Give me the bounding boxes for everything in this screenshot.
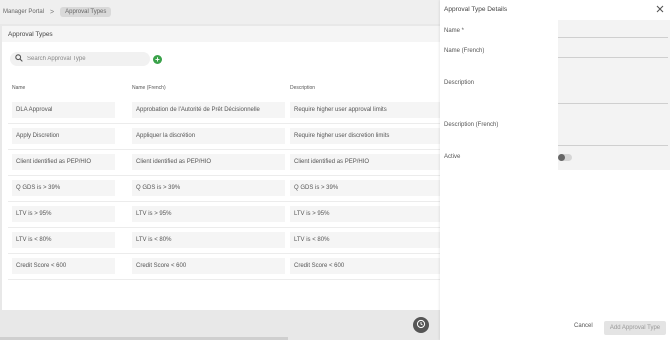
panel-title: Approval Type Details (444, 6, 508, 13)
search-box[interactable] (10, 52, 150, 66)
column-header-name-french[interactable]: Name (French) (132, 85, 166, 91)
cell-name-french: Q GDS is > 39% (132, 180, 285, 196)
cell-name: DLA Approval (12, 102, 115, 118)
breadcrumb-current: Approval Types (60, 7, 112, 17)
table-row[interactable]: Apply Discretion Appliquer la discrétion… (8, 124, 440, 150)
table-row[interactable]: Q GDS is > 39% Q GDS is > 39% Q GDS is >… (8, 176, 440, 202)
card-header: Approval Types (2, 26, 440, 42)
search-icon (15, 54, 23, 64)
approval-type-details-panel: Approval Type Details Name * Name (Frenc… (440, 0, 670, 340)
column-header-name[interactable]: Name (12, 85, 25, 91)
approval-types-card: Approval Types + Name Name (French) Desc… (2, 26, 440, 310)
add-approval-type-submit-button[interactable]: Add Approval Type (604, 321, 666, 335)
table-row[interactable]: LTV is > 95% LTV is > 95% LTV is > 95% (8, 202, 440, 228)
cancel-button[interactable]: Cancel (574, 323, 593, 329)
cell-description: Require higher user approval limits (290, 102, 440, 118)
description-french-field[interactable] (558, 106, 668, 146)
cell-name-french: Appliquer la discrétion (132, 128, 285, 144)
name-french-field[interactable] (558, 44, 668, 58)
plus-circle-icon: + (155, 54, 160, 64)
name-field[interactable] (558, 24, 668, 38)
history-button[interactable] (413, 317, 429, 333)
active-label: Active (444, 154, 461, 160)
history-icon (416, 319, 426, 331)
cell-name: LTV is < 80% (12, 232, 115, 248)
cell-description: Client identified as PEP/HIO (290, 154, 440, 170)
add-approval-type-button[interactable]: + (153, 55, 162, 64)
cell-name-french: LTV is < 80% (132, 232, 285, 248)
name-french-label: Name (French) (444, 48, 485, 54)
cell-description: Q GDS is > 39% (290, 180, 440, 196)
cell-name: Credit Score < 600 (12, 258, 115, 274)
cell-name-french: Approbation de l'Autorité de Prêt Décisi… (132, 102, 285, 118)
name-label: Name * (444, 28, 465, 34)
table-row[interactable]: LTV is < 80% LTV is < 80% LTV is < 80% (8, 228, 440, 254)
cell-description: Credit Score < 600 (290, 258, 440, 274)
cell-name-french: Client identified as PEP/HIO (132, 154, 285, 170)
search-input[interactable] (27, 56, 137, 62)
breadcrumb-root-link[interactable]: Manager Portal (3, 9, 44, 15)
card-title: Approval Types (8, 30, 53, 38)
cell-name: Apply Discretion (12, 128, 115, 144)
description-label: Description (444, 80, 475, 86)
active-toggle[interactable] (558, 154, 572, 161)
cell-name: Client identified as PEP/HIO (12, 154, 115, 170)
toggle-knob (558, 154, 565, 161)
table-row[interactable]: DLA Approval Approbation de l'Autorité d… (8, 98, 440, 124)
cell-name: LTV is > 95% (12, 206, 115, 222)
cell-description: LTV is > 95% (290, 206, 440, 222)
description-field[interactable] (558, 62, 668, 104)
cell-description: Require higher user discretion limits (290, 128, 440, 144)
cell-name: Q GDS is > 39% (12, 180, 115, 196)
cell-description: LTV is < 80% (290, 232, 440, 248)
description-french-label: Description (French) (444, 122, 499, 128)
breadcrumb-separator: > (50, 8, 55, 16)
cell-name-french: LTV is > 95% (132, 206, 285, 222)
table-row[interactable]: Credit Score < 600 Credit Score < 600 Cr… (8, 254, 440, 280)
column-header-description[interactable]: Description (290, 85, 315, 91)
breadcrumb: Manager Portal > Approval Types (0, 0, 440, 24)
cell-name-french: Credit Score < 600 (132, 258, 285, 274)
table-row[interactable]: Client identified as PEP/HIO Client iden… (8, 150, 440, 176)
close-icon[interactable] (655, 4, 665, 14)
